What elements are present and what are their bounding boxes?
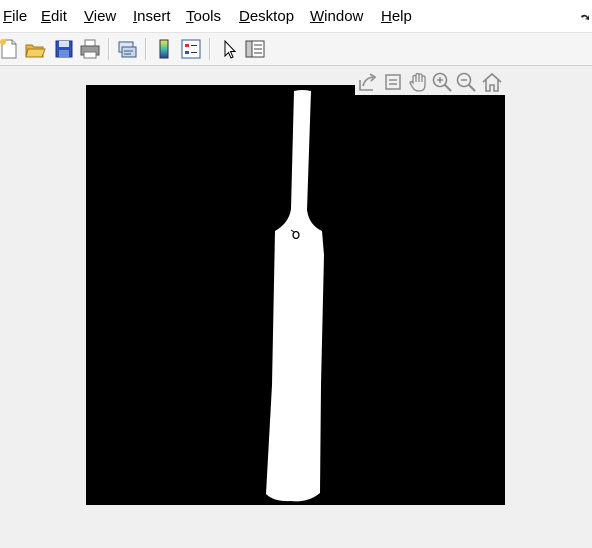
print-icon[interactable] [79,38,101,60]
zoom-in-icon[interactable] [431,71,453,93]
open-file-icon[interactable] [24,38,46,60]
menu-file[interactable]: File [3,8,27,26]
menu-tools[interactable]: Tools [186,8,221,26]
binary-image [86,85,505,505]
edit-plot-pointer-icon[interactable] [218,38,240,60]
dock-arrow-icon[interactable] [580,10,590,20]
save-icon[interactable] [53,38,75,60]
toolbar-separator [145,38,147,60]
figure-window: File Edit View Insert Tools Desktop Wind… [0,0,592,548]
menu-insert[interactable]: Insert [133,8,171,26]
toolbar-separator [108,38,110,60]
pan-hand-icon[interactable] [407,71,429,93]
menu-help[interactable]: Help [381,8,412,26]
axes-toolbar [355,69,505,95]
restore-view-home-icon[interactable] [481,71,503,93]
export-icon[interactable] [356,71,378,93]
menu-desktop[interactable]: Desktop [239,8,294,26]
data-tips-icon[interactable] [382,71,404,93]
menu-window[interactable]: Window [310,8,363,26]
menu-bar: File Edit View Insert Tools Desktop Wind… [0,0,592,33]
zoom-out-icon[interactable] [455,71,477,93]
colorbar-icon[interactable] [153,38,175,60]
figure-canvas [0,66,592,548]
link-plot-icon[interactable] [116,38,138,60]
legend-icon[interactable] [180,38,202,60]
new-figure-icon[interactable] [0,38,20,60]
menu-edit[interactable]: Edit [41,8,67,26]
menu-view[interactable]: View [84,8,116,26]
figure-toolbar [0,33,592,66]
image-axes[interactable] [86,85,505,505]
toolbar-separator [209,38,211,60]
property-inspector-icon[interactable] [244,38,266,60]
